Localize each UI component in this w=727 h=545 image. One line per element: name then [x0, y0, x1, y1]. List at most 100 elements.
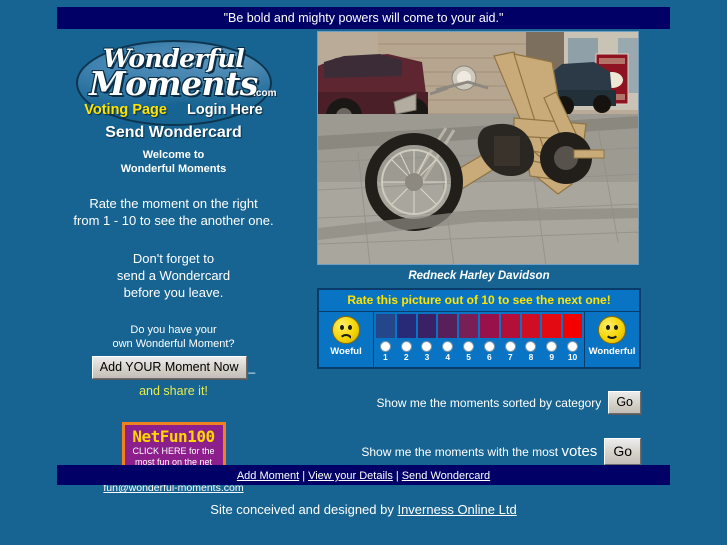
most-votes-row: Show me the moments with the most votes …: [317, 438, 641, 465]
footer-separator-1: |: [302, 470, 306, 482]
rating-color-swatches: [374, 312, 584, 338]
rating-radio-row: 1 2 3 4 5 6 7 8 9 10: [374, 338, 584, 367]
own-moment-line-1: Do you have your: [130, 324, 217, 336]
rating-option-5[interactable]: 5: [459, 341, 478, 363]
quote-banner: "Be bold and mighty powers will come to …: [57, 7, 670, 29]
rating-number-5: 5: [466, 352, 471, 362]
rating-radio-9[interactable]: [546, 341, 558, 352]
rate-instructions: Rate the moment on the right from 1 - 10…: [57, 195, 290, 229]
site-credit-link[interactable]: Inverness Online Ltd: [397, 502, 516, 517]
add-your-moment-button[interactable]: Add YOUR Moment Now: [91, 356, 247, 379]
rating-number-2: 2: [403, 352, 409, 362]
rating-option-1[interactable]: 1: [376, 341, 395, 363]
rating-radio-7[interactable]: [504, 341, 516, 352]
rating-radio-5[interactable]: [463, 341, 475, 352]
welcome-heading: Welcome to Wonderful Moments: [57, 148, 290, 176]
woeful-cell: Woeful: [319, 312, 374, 367]
rating-swatch-9: [542, 314, 562, 338]
woeful-label: Woeful: [330, 346, 362, 357]
sad-face-mouth: [339, 334, 353, 342]
netfun100-line-1: CLICK HERE for the: [132, 446, 215, 456]
rating-option-4[interactable]: 4: [438, 341, 457, 363]
rating-swatch-6: [479, 314, 499, 338]
add-moment-trailing-mark: _: [248, 360, 256, 374]
rating-radio-8[interactable]: [525, 341, 537, 352]
rating-scale: 1 2 3 4 5 6 7 8 9 10: [374, 312, 584, 367]
moment-photo-image: [318, 32, 638, 264]
rating-option-2[interactable]: 2: [397, 341, 416, 363]
sad-face-left-eye: [340, 325, 344, 330]
add-moment-row: Add YOUR Moment Now _: [57, 356, 290, 379]
rating-swatch-10: [563, 314, 582, 338]
rating-option-3[interactable]: 3: [418, 341, 437, 363]
rating-radio-10[interactable]: [567, 341, 579, 352]
wondercard-reminder-line-2: send a Wondercard: [116, 268, 231, 283]
left-column: Wonderful Moments .com Voting Page Login…: [57, 36, 290, 496]
welcome-line-2: Wonderful Moments: [120, 163, 227, 175]
footer-add-moment-link[interactable]: Add Moment: [237, 470, 299, 482]
rating-radio-6[interactable]: [483, 341, 495, 352]
rating-radio-3[interactable]: [421, 341, 433, 352]
rating-number-10: 10: [567, 352, 578, 362]
site-credit-text: Site conceived and designed by: [210, 502, 398, 517]
rating-number-8: 8: [528, 352, 534, 362]
rating-widget-title: Rate this picture out of 10 to see the n…: [319, 290, 639, 312]
welcome-line-1: Welcome to: [142, 149, 205, 161]
rating-swatch-3: [417, 314, 437, 338]
rating-swatch-8: [521, 314, 541, 338]
rating-swatch-2: [396, 314, 416, 338]
most-votes-label-emphasis: votes: [561, 443, 598, 460]
sort-by-category-go-button[interactable]: Go: [608, 391, 641, 414]
logo-nav-links: Voting Page Login Here: [68, 102, 280, 118]
footer-view-details-link[interactable]: View your Details: [308, 470, 393, 482]
featured-moment-photo[interactable]: [317, 31, 639, 265]
send-wondercard-link[interactable]: Send Wondercard: [68, 124, 280, 142]
wondercard-reminder: Don't forget to send a Wondercard before…: [57, 250, 290, 301]
rating-option-8[interactable]: 8: [522, 341, 541, 363]
rating-number-3: 3: [424, 352, 430, 362]
share-it-text: and share it!: [139, 384, 208, 398]
sort-by-category-row: Show me the moments sorted by category G…: [317, 391, 641, 414]
rating-radio-2[interactable]: [400, 341, 412, 352]
login-here-link[interactable]: Login Here: [187, 102, 263, 118]
rating-swatch-1: [376, 314, 395, 338]
rating-option-6[interactable]: 6: [480, 341, 499, 363]
rating-number-4: 4: [445, 352, 451, 362]
site-logo: Wonderful Moments .com Voting Page Login…: [68, 36, 280, 146]
rating-swatch-5: [459, 314, 478, 338]
footer-separator-2: |: [395, 470, 399, 482]
own-moment-line-2: own Wonderful Moment?: [112, 338, 235, 350]
rate-instructions-line-1: Rate the moment on the right: [89, 196, 258, 211]
rating-radio-1[interactable]: [379, 341, 391, 352]
wondercard-reminder-line-3: before you leave.: [123, 285, 224, 300]
rating-number-1: 1: [383, 352, 388, 362]
rating-swatch-4: [438, 314, 458, 338]
wonderful-label: Wonderful: [588, 346, 636, 357]
happy-face-mouth: [605, 330, 619, 339]
rating-widget-body: Woeful 1 2 3 4 5 6 7 8 9 10 Wonderful: [319, 312, 639, 367]
most-votes-go-button[interactable]: Go: [604, 438, 641, 465]
rating-radio-4[interactable]: [442, 341, 454, 352]
rating-number-7: 7: [507, 352, 513, 362]
right-column: Redneck Harley Davidson Rate this pictur…: [317, 31, 641, 465]
most-votes-label-text: Show me the moments with the most: [361, 445, 562, 459]
sort-by-category-label: Show me the moments sorted by category: [376, 395, 602, 410]
footer-send-wondercard-link[interactable]: Send Wondercard: [402, 470, 490, 482]
voting-page-link[interactable]: Voting Page: [84, 102, 167, 118]
rating-option-10[interactable]: 10: [563, 341, 582, 363]
sad-face-right-eye: [348, 325, 352, 330]
rating-widget: Rate this picture out of 10 to see the n…: [317, 288, 641, 369]
sad-face-icon: [332, 316, 360, 344]
logo-dotcom-suffix: .com: [253, 88, 277, 99]
logo-wordmark-line2: Moments: [89, 64, 258, 103]
rate-instructions-line-2: from 1 - 10 to see the another one.: [73, 213, 274, 228]
rating-option-9[interactable]: 9: [542, 341, 561, 363]
netfun100-title: NetFun100: [132, 427, 215, 446]
rating-option-7[interactable]: 7: [501, 341, 520, 363]
photo-caption: Redneck Harley Davidson: [408, 270, 550, 282]
rating-number-9: 9: [549, 352, 555, 362]
footer-navigation: Add Moment | View your Details | Send Wonder…: [57, 465, 670, 485]
rating-swatch-7: [500, 314, 520, 338]
happy-face-icon: [598, 316, 626, 344]
rating-number-6: 6: [487, 352, 492, 362]
